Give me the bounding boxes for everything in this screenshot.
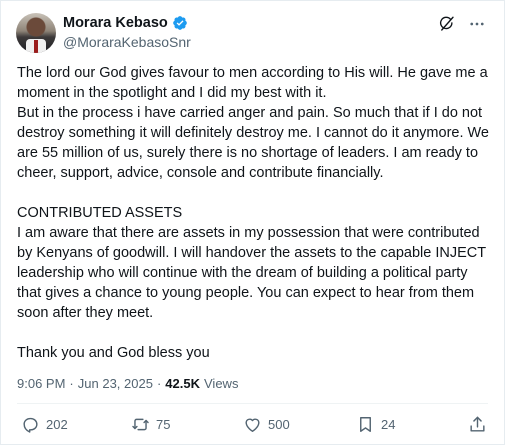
views-label: Views <box>204 376 239 391</box>
author-name-row: Morara Kebaso <box>63 15 188 31</box>
meta-separator: · <box>69 376 74 391</box>
bookmark-count: 24 <box>381 417 396 432</box>
bookmark-icon <box>356 415 375 434</box>
heart-icon <box>243 415 262 434</box>
like-count: 500 <box>268 417 290 432</box>
share-icon <box>468 415 487 434</box>
like-button[interactable]: 500 <box>243 415 290 434</box>
share-button[interactable] <box>468 415 487 434</box>
reply-icon <box>21 415 40 434</box>
tweet-time[interactable]: 9:06 PM <box>17 376 65 391</box>
reply-count: 202 <box>46 417 68 432</box>
tweet-date[interactable]: Jun 23, 2025 <box>78 376 153 391</box>
tweet-text: The lord our God gives favour to men acc… <box>17 65 490 361</box>
repost-button[interactable]: 75 <box>131 415 170 434</box>
divider <box>17 403 488 404</box>
tweet-meta: 9:06 PM · Jun 23, 2025 · 42.5K Views <box>17 376 238 391</box>
action-bar: 202 75 500 24 <box>21 415 491 439</box>
tweet-card: Morara Kebaso @MoraraKebasoSnr The lord … <box>0 0 505 445</box>
avatar[interactable] <box>16 13 56 53</box>
more-icon[interactable] <box>468 15 486 33</box>
author-handle[interactable]: @MoraraKebasoSnr <box>63 34 191 50</box>
repost-count: 75 <box>156 417 171 432</box>
meta-separator: · <box>156 376 162 391</box>
author-display-name[interactable]: Morara Kebaso <box>63 15 168 31</box>
bookmark-button[interactable]: 24 <box>356 415 395 434</box>
grok-icon[interactable] <box>438 15 456 33</box>
top-right-icons <box>438 15 486 33</box>
repost-icon <box>131 415 150 434</box>
verified-badge-icon <box>172 15 188 31</box>
views-count[interactable]: 42.5K <box>165 376 200 391</box>
avatar-tie <box>34 40 38 53</box>
reply-button[interactable]: 202 <box>21 415 68 434</box>
